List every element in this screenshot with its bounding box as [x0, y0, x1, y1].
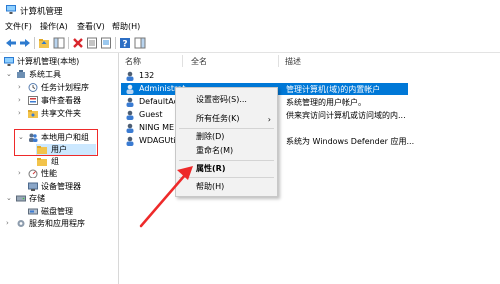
column-name[interactable]: 名称: [125, 56, 141, 67]
tree-task-scheduler[interactable]: › 任务计划程序: [18, 82, 116, 94]
tree-root[interactable]: 计算机管理(本地): [4, 56, 116, 68]
tree-system-tools[interactable]: ⌄ 系统工具: [6, 69, 116, 81]
title-bar: 计算机管理: [0, 0, 500, 20]
menu-properties[interactable]: 属性(R): [196, 163, 225, 174]
tools-icon: [17, 70, 25, 78]
window-title: 计算机管理: [20, 7, 63, 17]
device-manager-icon: [28, 182, 38, 191]
tree-services-apps-label: 服务和应用程序: [29, 219, 85, 228]
event-viewer-icon: [28, 96, 38, 105]
tree-performance[interactable]: › 性能: [18, 168, 116, 180]
tree-task-scheduler-label: 任务计划程序: [41, 83, 89, 92]
context-menu: 设置密码(S)... 所有任务(K) › 删除(D) 重命名(M) 属性(R) …: [175, 87, 278, 197]
svg-text:?: ?: [122, 40, 127, 50]
chevron-down-icon[interactable]: ⌄: [6, 70, 12, 78]
tree-disk-management-label: 磁盘管理: [41, 207, 73, 216]
user-icon: [126, 84, 134, 94]
chevron-right-icon[interactable]: ›: [18, 169, 24, 177]
tree-disk-management[interactable]: 磁盘管理: [28, 206, 116, 218]
tree-shared-folders[interactable]: › 共享文件夹: [18, 108, 116, 120]
toolbar: ?: [0, 34, 500, 53]
up-folder-icon[interactable]: [38, 37, 50, 49]
tree-performance-label: 性能: [41, 169, 57, 178]
column-description[interactable]: 描述: [285, 56, 301, 67]
menu-set-password[interactable]: 设置密码(S)...: [196, 94, 247, 105]
tree-event-viewer[interactable]: › 事件查看器: [18, 95, 116, 107]
menu-help[interactable]: 帮助(H): [112, 21, 140, 32]
properties-icon[interactable]: [86, 37, 98, 49]
tree-event-viewer-label: 事件查看器: [41, 96, 81, 105]
user-description: 系统为 Windows Defender 应用...: [286, 137, 415, 146]
user-icon: [126, 97, 134, 107]
menu-delete[interactable]: 删除(D): [196, 131, 224, 142]
folder-icon: [37, 158, 47, 166]
user-icon: [126, 136, 134, 146]
tree-storage[interactable]: ⌄ 存储: [6, 193, 116, 205]
console-tree: 计算机管理(本地) ⌄ 系统工具 › 任务计划程序 › 事件查看器 › 共享文件…: [0, 53, 119, 284]
chevron-right-icon[interactable]: ›: [18, 109, 24, 117]
tree-groups-label: 组: [51, 157, 59, 166]
storage-icon: [16, 195, 26, 202]
help-icon[interactable]: ?: [119, 37, 131, 49]
show-tree-icon[interactable]: [53, 37, 65, 49]
shared-folder-icon: [28, 110, 38, 118]
tree-services-apps[interactable]: › 服务和应用程序: [6, 218, 116, 230]
chevron-right-icon[interactable]: ›: [18, 83, 24, 91]
tree-root-label: 计算机管理(本地): [17, 57, 80, 66]
user-description: 系统管理的用户帐户。: [286, 98, 366, 107]
tree-system-tools-label: 系统工具: [29, 70, 61, 79]
submenu-arrow-icon: ›: [267, 115, 271, 124]
back-icon[interactable]: [5, 37, 17, 49]
user-row[interactable]: 132: [121, 70, 499, 82]
services-icon: [17, 220, 25, 227]
performance-icon: [28, 169, 38, 178]
annotation-highlight-box: [14, 129, 98, 156]
computer-management-icon: [4, 57, 14, 66]
forward-icon[interactable]: [19, 37, 31, 49]
disk-management-icon: [28, 208, 38, 215]
menu-file[interactable]: 文件(F): [5, 21, 32, 32]
menu-all-tasks[interactable]: 所有任务(K): [196, 113, 240, 124]
user-icon: [126, 110, 134, 120]
menu-rename[interactable]: 重命名(M): [196, 145, 233, 156]
tree-storage-label: 存储: [29, 194, 45, 203]
user-name: 132: [139, 71, 155, 80]
tree-device-manager[interactable]: 设备管理器: [28, 181, 116, 193]
user-description: 供来宾访问计算机或访问域的内...: [286, 111, 406, 120]
chevron-right-icon[interactable]: ›: [18, 96, 24, 104]
menu-bar: 文件(F) 操作(A) 查看(V) 帮助(H): [0, 20, 500, 34]
action-pane-icon[interactable]: [134, 37, 146, 49]
menu-action[interactable]: 操作(A): [40, 21, 68, 32]
computer-management-icon: [6, 5, 16, 14]
clock-icon: [28, 83, 38, 92]
menu-view[interactable]: 查看(V): [77, 21, 105, 32]
tree-device-manager-label: 设备管理器: [41, 182, 81, 191]
user-icon: [126, 71, 134, 81]
chevron-down-icon[interactable]: ⌄: [6, 194, 12, 202]
tree-groups[interactable]: 组: [36, 156, 96, 168]
tree-shared-folders-label: 共享文件夹: [41, 109, 81, 118]
column-fullname[interactable]: 全名: [191, 56, 207, 67]
chevron-right-icon[interactable]: ›: [6, 219, 12, 227]
export-list-icon[interactable]: [100, 37, 112, 49]
user-description: 管理计算机(域)的内置帐户: [286, 85, 381, 94]
menu-help-item[interactable]: 帮助(H): [196, 181, 224, 192]
delete-icon[interactable]: [72, 37, 84, 49]
user-icon: [126, 123, 134, 133]
